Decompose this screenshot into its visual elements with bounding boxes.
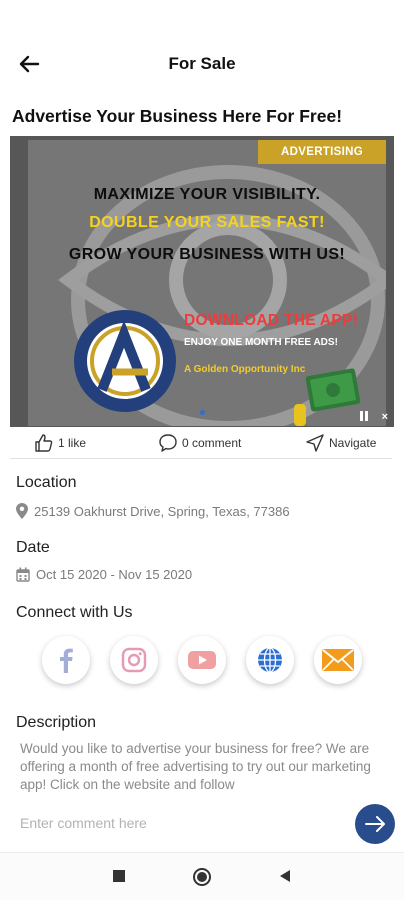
arrow-right-icon [365, 816, 385, 832]
ad-offer-text: ENJOY ONE MONTH FREE ADS! [184, 337, 338, 348]
youtube-icon [188, 651, 216, 669]
comment-bubble-icon [159, 434, 177, 452]
send-comment-button[interactable] [355, 804, 395, 844]
location-label: Location [16, 474, 77, 491]
navigation-arrow-icon [306, 434, 324, 452]
comment-input[interactable] [12, 808, 342, 838]
email-icon [322, 649, 354, 671]
ad-image-carousel[interactable]: ADVERTISING MAXIMIZE YOUR VISIBILITY. DO… [10, 136, 394, 427]
carousel-indicator-dot[interactable] [200, 410, 205, 415]
money-graphic [294, 368, 361, 426]
location-value: 25139 Oakhurst Drive, Spring, Texas, 773… [34, 503, 290, 519]
description-label: Description [16, 714, 97, 731]
youtube-button[interactable] [178, 636, 226, 684]
circle-icon [193, 868, 211, 886]
calendar-icon [16, 567, 30, 582]
date-row: Oct 15 2020 - Nov 15 2020 [16, 567, 192, 582]
comment-bar [0, 798, 404, 850]
location-row: 25139 Oakhurst Drive, Spring, Texas, 773… [16, 503, 290, 519]
facebook-icon [60, 648, 73, 673]
like-count: 1 like [58, 436, 87, 450]
home-button[interactable] [192, 867, 212, 892]
divider [10, 458, 392, 459]
ad-headline-3: GROW YOUR BUSINESS WITH US! [68, 246, 346, 263]
mute-icon[interactable] [358, 409, 372, 423]
social-links [0, 632, 404, 692]
triangle-back-icon [280, 870, 290, 882]
date-label: Date [16, 539, 50, 556]
golden-opportunity-logo [74, 310, 176, 412]
ad-download-text: DOWNLOAD THE APP! [184, 312, 359, 329]
date-value: Oct 15 2020 - Nov 15 2020 [36, 567, 193, 582]
ad-headline-1: MAXIMIZE YOUR VISIBILITY. [93, 186, 321, 203]
recent-apps-button[interactable] [112, 869, 126, 888]
ad-close-button[interactable]: × [382, 411, 388, 423]
map-pin-icon [16, 503, 28, 519]
navigate-label: Navigate [329, 436, 377, 450]
connect-label: Connect with Us [16, 604, 133, 621]
description-text: Would you like to advertise your busines… [20, 741, 371, 792]
page-title: For Sale [168, 54, 236, 73]
ad-banner: ADVERTISING MAXIMIZE YOUR VISIBILITY. DO… [28, 140, 386, 426]
listing-title: Advertise Your Business Here For Free! [12, 106, 343, 126]
website-button[interactable] [246, 636, 294, 684]
instagram-button[interactable] [110, 636, 158, 684]
navigate-button[interactable]: Navigate [305, 432, 376, 454]
comment-button[interactable]: 0 comment [158, 432, 241, 454]
system-back-button[interactable] [278, 869, 292, 888]
email-button[interactable] [314, 636, 362, 684]
website-globe-icon [258, 647, 282, 673]
instagram-icon [121, 647, 147, 673]
facebook-button[interactable] [42, 636, 90, 684]
advertising-badge: ADVERTISING [258, 140, 386, 164]
thumbs-up-icon [35, 434, 53, 452]
comment-count: 0 comment [182, 436, 242, 450]
listing-actions: 1 like 0 comment Navigate [0, 428, 404, 458]
system-navigation-bar [0, 852, 404, 900]
top-bar: For Sale [0, 38, 404, 90]
ad-headline-2: DOUBLE YOUR SALES FAST! [89, 214, 325, 231]
square-icon [113, 870, 125, 882]
like-button[interactable]: 1 like [34, 432, 86, 454]
